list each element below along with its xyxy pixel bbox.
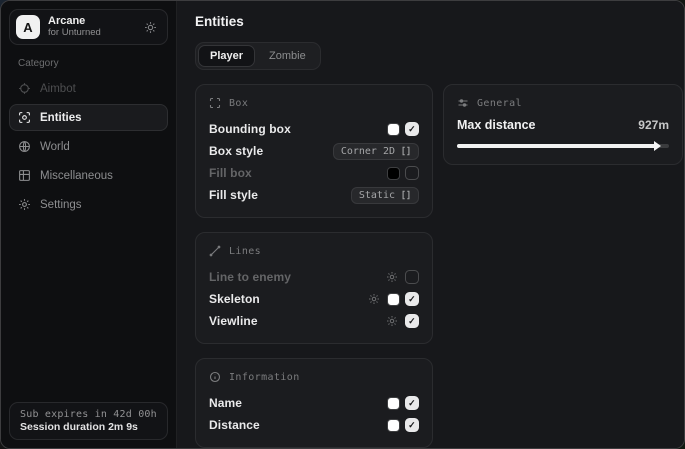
sidebar-item-miscellaneous[interactable]: Miscellaneous — [9, 162, 168, 189]
setting-label: Viewline — [209, 314, 258, 328]
row-settings-gear-icon[interactable] — [368, 293, 380, 305]
app-title: Arcane — [48, 15, 101, 28]
card-title: Box — [229, 98, 248, 109]
tab-zombie[interactable]: Zombie — [257, 45, 318, 67]
app-subtitle: for Unturned — [48, 28, 101, 39]
viewline-checkbox[interactable] — [405, 314, 419, 328]
entity-scan-icon — [18, 111, 31, 124]
box-card: Box Bounding box Box style Corner 2D — [195, 84, 433, 218]
color-swatch[interactable] — [387, 397, 400, 410]
setting-row-fill-box: Fill box — [209, 162, 419, 184]
setting-row-box-style: Box style Corner 2D — [209, 140, 419, 162]
setting-row-bounding-box: Bounding box — [209, 118, 419, 140]
setting-row-line-to-enemy: Line to enemy — [209, 266, 419, 288]
sidebar-item-label: Entities — [40, 112, 82, 124]
settings-content: Box Bounding box Box style Corner 2D — [195, 84, 683, 448]
sidebar-nav: Aimbot Entities World — [1, 75, 176, 218]
sidebar: A Arcane for Unturned Category A — [1, 1, 177, 448]
sidebar-item-aimbot[interactable]: Aimbot — [9, 75, 168, 102]
color-swatch[interactable] — [387, 167, 400, 180]
line-to-enemy-checkbox[interactable] — [405, 270, 419, 284]
setting-label: Line to enemy — [209, 270, 291, 284]
information-card-header: Information — [209, 371, 419, 383]
sub-expiry-text: Sub expires in 42d 00h — [20, 409, 157, 420]
select-value: Corner 2D — [341, 146, 395, 157]
gear-icon[interactable] — [144, 21, 157, 34]
sliders-icon — [457, 97, 469, 109]
setting-label: Skeleton — [209, 292, 260, 306]
row-settings-gear-icon[interactable] — [386, 315, 398, 327]
brand-text: Arcane for Unturned — [48, 15, 101, 39]
entity-type-tabs: Player Zombie — [195, 42, 321, 70]
setting-label: Fill style — [209, 188, 258, 202]
main-panel: Entities Player Zombie Box — [177, 1, 685, 448]
crosshair-icon — [18, 82, 31, 95]
card-title: Lines — [229, 246, 261, 257]
setting-label: Max distance — [457, 118, 536, 132]
card-title: General — [477, 98, 522, 109]
setting-label: Fill box — [209, 166, 252, 180]
information-card: Information Name Distance — [195, 358, 433, 448]
distance-checkbox[interactable] — [405, 418, 419, 432]
page-title: Entities — [195, 14, 683, 29]
fill-box-checkbox[interactable] — [405, 166, 419, 180]
select-value: Static — [359, 190, 395, 201]
gear-icon — [18, 198, 31, 211]
row-settings-gear-icon[interactable] — [386, 271, 398, 283]
globe-icon — [18, 140, 31, 153]
grid-icon — [18, 169, 31, 182]
tab-player[interactable]: Player — [198, 45, 255, 67]
setting-label: Box style — [209, 144, 263, 158]
max-distance-value: 927m — [638, 118, 669, 132]
sidebar-item-label: Aimbot — [40, 83, 76, 95]
card-title: Information — [229, 372, 300, 383]
setting-row-skeleton: Skeleton — [209, 288, 419, 310]
brand-card: A Arcane for Unturned — [9, 9, 168, 45]
lines-card-header: Lines — [209, 245, 419, 257]
lines-card: Lines Line to enemy — [195, 232, 433, 344]
fill-style-select[interactable]: Static — [351, 187, 419, 204]
max-distance-slider[interactable] — [457, 141, 669, 151]
name-checkbox[interactable] — [405, 396, 419, 410]
sidebar-item-settings[interactable]: Settings — [9, 191, 168, 218]
cycle-brackets-icon — [401, 146, 411, 156]
scan-brackets-icon — [209, 97, 221, 109]
info-icon — [209, 371, 221, 383]
box-card-header: Box — [209, 97, 419, 109]
color-swatch[interactable] — [387, 123, 400, 136]
sidebar-item-entities[interactable]: Entities — [9, 104, 168, 131]
general-card-header: General — [457, 97, 669, 109]
setting-row-fill-style: Fill style Static — [209, 184, 419, 206]
slider-thumb[interactable] — [654, 141, 661, 151]
setting-label: Distance — [209, 418, 260, 432]
category-label: Category — [18, 58, 176, 69]
setting-label: Bounding box — [209, 122, 291, 136]
skeleton-checkbox[interactable] — [405, 292, 419, 306]
color-swatch[interactable] — [387, 419, 400, 432]
color-swatch[interactable] — [387, 293, 400, 306]
setting-label: Name — [209, 396, 242, 410]
max-distance-row: Max distance 927m — [457, 118, 669, 132]
cycle-brackets-icon — [401, 190, 411, 200]
setting-row-distance: Distance — [209, 414, 419, 436]
slider-track[interactable] — [457, 144, 669, 148]
subscription-card: Sub expires in 42d 00h Session duration … — [9, 402, 168, 440]
session-duration-text: Session duration 2m 9s — [20, 421, 157, 433]
slider-fill — [457, 144, 656, 148]
sidebar-item-label: World — [40, 141, 70, 153]
bounding-box-checkbox[interactable] — [405, 122, 419, 136]
box-style-select[interactable]: Corner 2D — [333, 143, 419, 160]
sidebar-item-label: Miscellaneous — [40, 170, 113, 182]
sidebar-item-label: Settings — [40, 199, 82, 211]
setting-row-viewline: Viewline — [209, 310, 419, 332]
setting-row-name: Name — [209, 392, 419, 414]
sidebar-item-world[interactable]: World — [9, 133, 168, 160]
general-card: General Max distance 927m — [443, 84, 683, 165]
diagonal-line-icon — [209, 245, 221, 257]
app-logo: A — [16, 15, 40, 39]
app-window: A Arcane for Unturned Category A — [0, 0, 685, 449]
